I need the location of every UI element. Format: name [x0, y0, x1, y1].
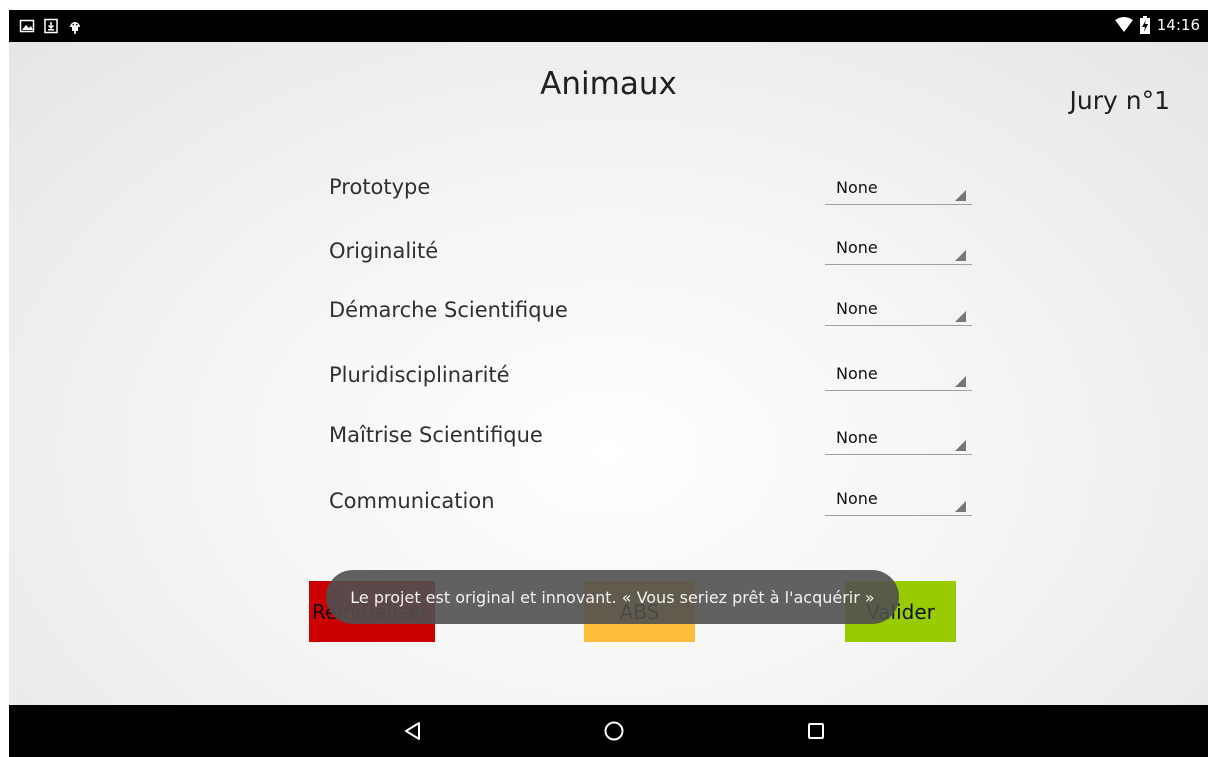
- dropdown-arrow-icon: [955, 376, 966, 387]
- criterion-select-originalite[interactable]: None: [825, 234, 972, 265]
- back-button[interactable]: [400, 718, 426, 744]
- back-icon: [405, 722, 420, 740]
- download-notification-icon: [44, 18, 58, 34]
- spinner-value: None: [836, 428, 878, 447]
- criterion-label-pluridisciplinarite: Pluridisciplinarité: [329, 363, 510, 387]
- android-debug-icon: [70, 22, 80, 34]
- criterion-select-demarche-scientifique[interactable]: None: [825, 295, 972, 326]
- dropdown-arrow-icon: [955, 440, 966, 451]
- evaluation-screen: Animaux Jury n°1 Prototype None Original…: [9, 42, 1208, 705]
- criterion-label-prototype: Prototype: [329, 175, 431, 199]
- criterion-label-originalite: Originalité: [329, 239, 439, 263]
- image-notification-icon: [19, 19, 35, 33]
- criterion-select-maitrise-scientifique[interactable]: None: [825, 424, 972, 455]
- criterion-select-pluridisciplinarite[interactable]: None: [825, 360, 972, 391]
- home-icon: [604, 721, 624, 741]
- dropdown-arrow-icon: [955, 250, 966, 261]
- navigation-bar: [9, 705, 1208, 757]
- dropdown-arrow-icon: [955, 311, 966, 322]
- battery-charging-icon: [1139, 16, 1150, 34]
- spinner-value: None: [836, 489, 878, 508]
- spinner-value: None: [836, 299, 878, 318]
- home-button[interactable]: [601, 718, 627, 744]
- dropdown-arrow-icon: [955, 501, 966, 512]
- status-time: 14:16: [1156, 16, 1200, 34]
- dropdown-arrow-icon: [955, 190, 966, 201]
- status-bar-system: 14:16: [1114, 16, 1200, 34]
- recents-icon: [808, 723, 824, 739]
- spinner-value: None: [836, 238, 878, 257]
- criterion-label-communication: Communication: [329, 489, 495, 513]
- criterion-label-maitrise-scientifique: Maîtrise Scientifique: [329, 423, 543, 447]
- wifi-icon: [1114, 17, 1133, 32]
- status-bar: 14:16: [9, 10, 1208, 42]
- criterion-select-communication[interactable]: None: [825, 485, 972, 516]
- spinner-value: None: [836, 364, 878, 383]
- jury-label: Jury n°1: [1069, 86, 1171, 115]
- criterion-label-demarche-scientifique: Démarche Scientifique: [329, 298, 568, 322]
- criterion-select-prototype[interactable]: None: [825, 174, 972, 205]
- page-title: Animaux: [540, 66, 677, 102]
- spinner-value: None: [836, 178, 878, 197]
- status-bar-notifications: [19, 17, 83, 35]
- recents-button[interactable]: [803, 718, 829, 744]
- toast-message: Le projet est original et innovant. « Vo…: [326, 570, 899, 624]
